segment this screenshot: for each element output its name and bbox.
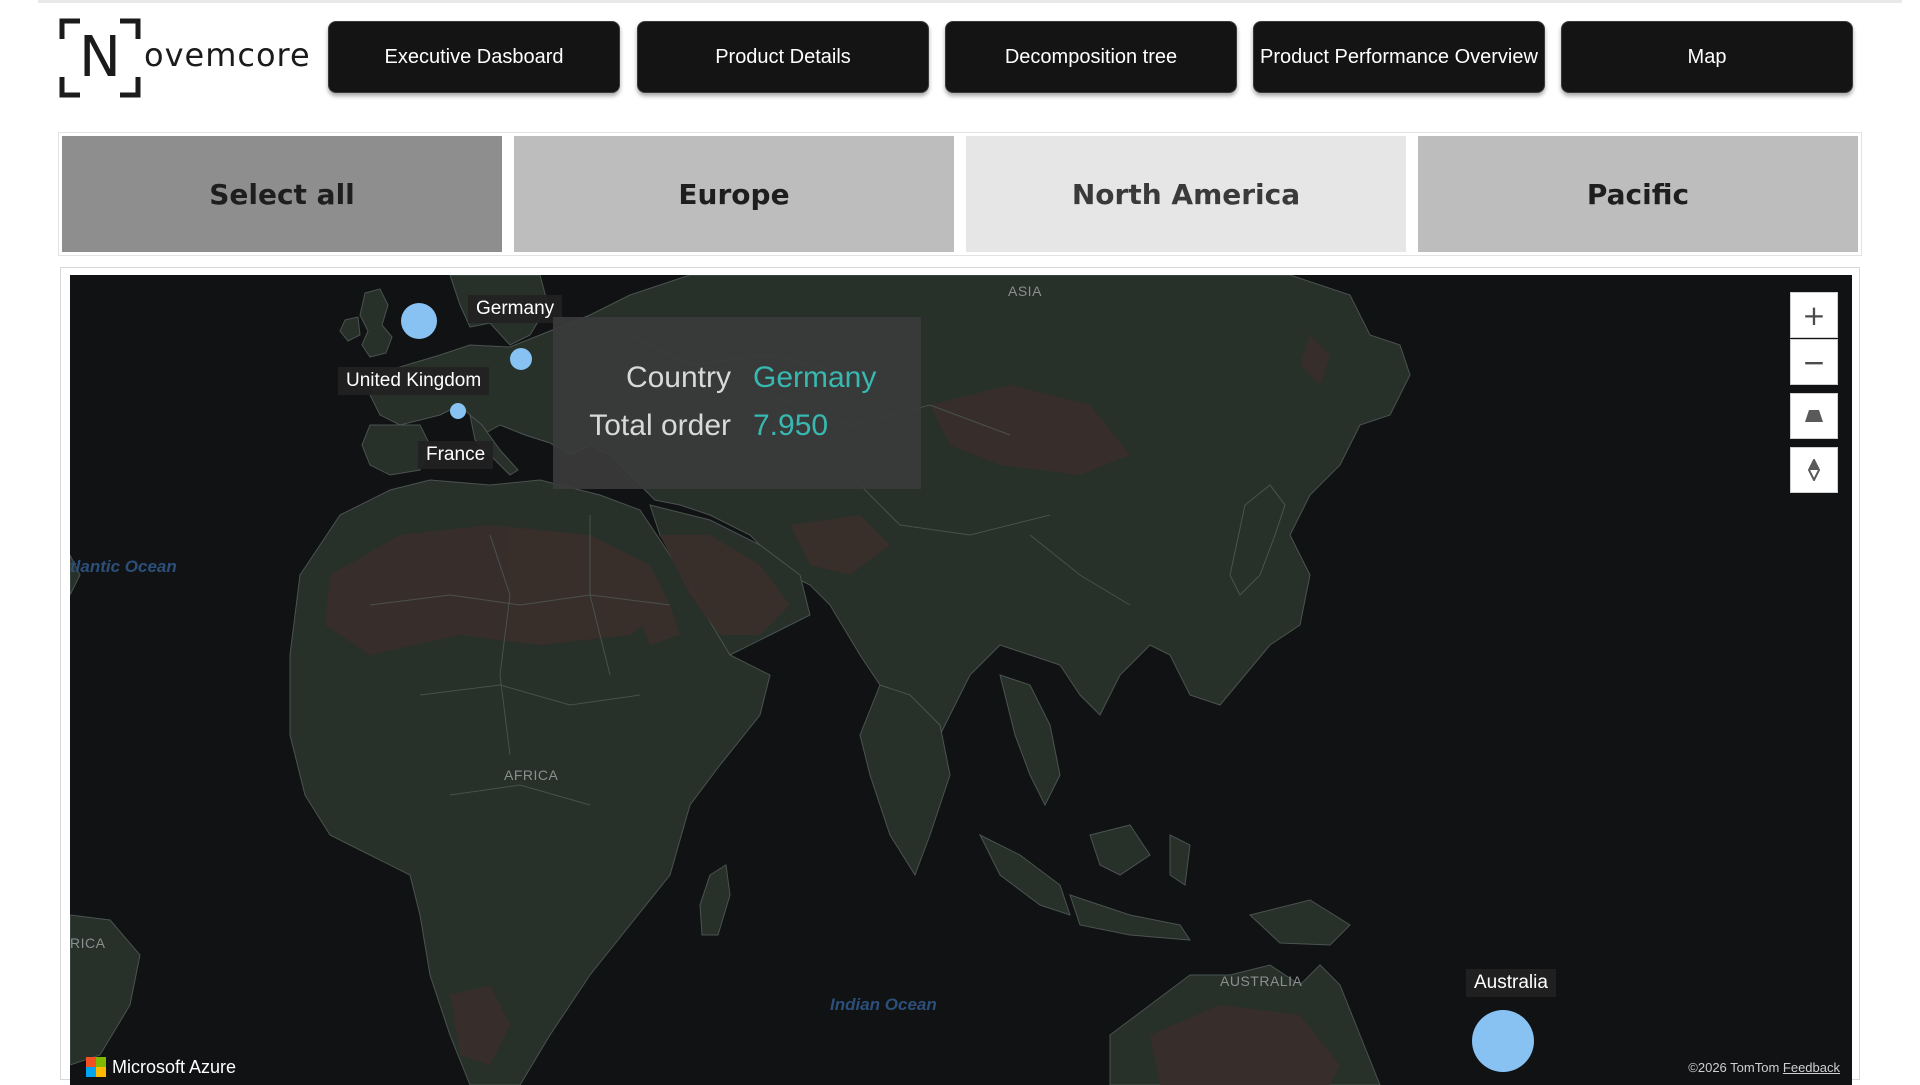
zoom-in-button[interactable]: + <box>1790 292 1838 338</box>
compass-icon <box>1807 459 1821 481</box>
nav-product-performance-button[interactable]: Product Performance Overview <box>1253 21 1545 93</box>
bubble-france[interactable] <box>450 403 466 419</box>
logo-wordmark: ovemcore <box>144 36 311 74</box>
tooltip-country-key: Country <box>625 361 731 394</box>
region-label-australia: AUSTRALIA <box>1220 973 1303 989</box>
bubble-australia[interactable] <box>1472 1010 1534 1072</box>
slicer-europe[interactable]: Europe <box>514 136 954 252</box>
map-tooltip: Country Germany Total order 7.950 <box>553 317 921 489</box>
pitch-icon <box>1805 410 1823 422</box>
ocean-label-indian: Indian Ocean <box>830 995 937 1014</box>
country-label-germany: Germany <box>468 295 563 323</box>
slicer-pacific[interactable]: Pacific <box>1418 136 1858 252</box>
pitch-button[interactable] <box>1790 393 1838 439</box>
minus-icon: − <box>1802 345 1826 379</box>
country-label-france: France <box>418 441 494 469</box>
azure-label: Microsoft Azure <box>112 1056 237 1077</box>
region-label-america: RICA <box>70 935 106 951</box>
copyright-text: ©2026 TomTom <box>1688 1060 1780 1075</box>
nav-executive-dashboard-button[interactable]: Executive Dasboard <box>328 21 620 93</box>
bubble-united-kingdom[interactable] <box>401 303 437 339</box>
bubble-germany[interactable] <box>510 348 532 370</box>
microsoft-azure-logo: Microsoft Azure <box>86 1055 236 1079</box>
nav-map-button[interactable]: Map <box>1561 21 1853 93</box>
region-slicer: Select all Europe North America Pacific <box>58 132 1862 256</box>
compass-button[interactable] <box>1790 447 1838 493</box>
world-map-basemap <box>70 275 1411 1085</box>
logo-letter: N <box>79 25 121 90</box>
feedback-link[interactable]: Feedback <box>1783 1060 1840 1075</box>
map-attribution: ©2026 TomTom Feedback <box>1688 1060 1840 1075</box>
nav-decomposition-tree-button[interactable]: Decomposition tree <box>945 21 1237 93</box>
novemcore-logo: N ovemcore <box>58 18 311 102</box>
slicer-north-america[interactable]: North America <box>966 136 1406 252</box>
region-label-africa: AFRICA <box>504 767 559 783</box>
nav-product-details-button[interactable]: Product Details <box>637 21 929 93</box>
tooltip-order-value: 7.950 <box>753 409 829 442</box>
map-canvas[interactable]: ASIA AFRICA AUSTRALIA RICA tlantic Ocean… <box>70 275 1852 1085</box>
top-rule <box>38 0 1902 3</box>
region-label-asia: ASIA <box>1008 283 1042 299</box>
zoom-out-button[interactable]: − <box>1790 339 1838 385</box>
slicer-select-all[interactable]: Select all <box>62 136 502 252</box>
country-label-australia: Australia <box>1466 969 1556 997</box>
tooltip-order-key: Total order <box>589 409 731 442</box>
country-label-united-kingdom: United Kingdom <box>338 367 490 395</box>
tooltip-country-value: Germany <box>753 361 877 394</box>
microsoft-logo-icon <box>86 1057 106 1077</box>
ocean-label-atlantic: tlantic Ocean <box>70 557 177 576</box>
plus-icon: + <box>1802 298 1826 332</box>
